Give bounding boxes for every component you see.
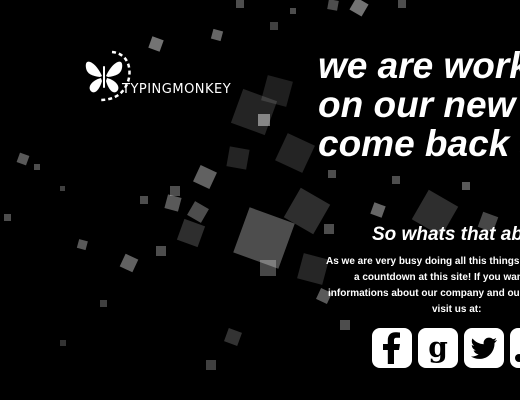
facebook-button[interactable]: [372, 328, 412, 368]
headline-line-2: on our new website: [318, 84, 520, 125]
svg-text:g: g: [428, 331, 448, 364]
logo-text: TYPINGMONKEY: [122, 82, 232, 97]
logo[interactable]: TYPINGMONKEY: [78, 46, 248, 106]
intro-line-4: visit us at:: [432, 304, 482, 315]
twitter-button[interactable]: [464, 328, 504, 368]
social-button-4[interactable]: [510, 328, 520, 368]
intro-line-3: informations about our company and our c…: [328, 288, 520, 299]
headline-line-1: we are working: [318, 45, 520, 86]
page: TYPINGMONKEY we are working on our new w…: [0, 0, 520, 400]
social-icon: [515, 354, 520, 362]
headline-line-3: come back soon: [318, 123, 520, 164]
intro-line-2: a countdown at this site! If you want so…: [354, 272, 520, 283]
intro-line-1: As we are very busy doing all this thing…: [326, 256, 520, 267]
facebook-icon: [383, 332, 400, 364]
section-heading: So whats that about?: [372, 224, 520, 245]
butterfly-icon: [85, 50, 131, 102]
google-icon: g: [428, 331, 448, 364]
twitter-icon: [471, 337, 497, 359]
social-links: g: [0, 328, 520, 368]
google-button[interactable]: g: [418, 328, 458, 368]
headline: we are working on our new website come b…: [318, 46, 520, 163]
